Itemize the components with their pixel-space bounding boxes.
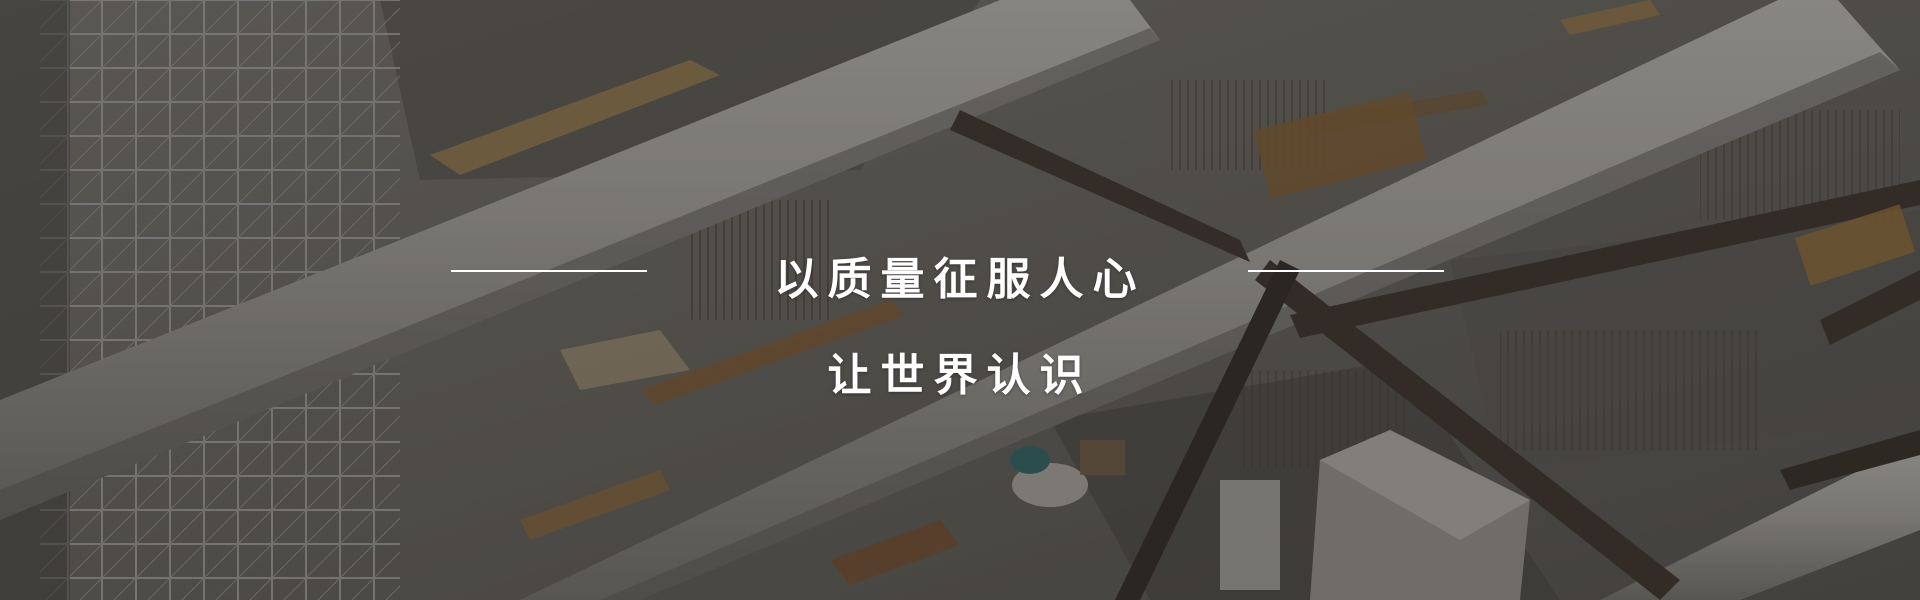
hero-banner: 以质量征服人心 让世界认识 [0, 0, 1920, 600]
headline-line-2: 让世界认识 [827, 350, 1093, 401]
headline-line-1: 以质量征服人心 [774, 254, 1146, 305]
